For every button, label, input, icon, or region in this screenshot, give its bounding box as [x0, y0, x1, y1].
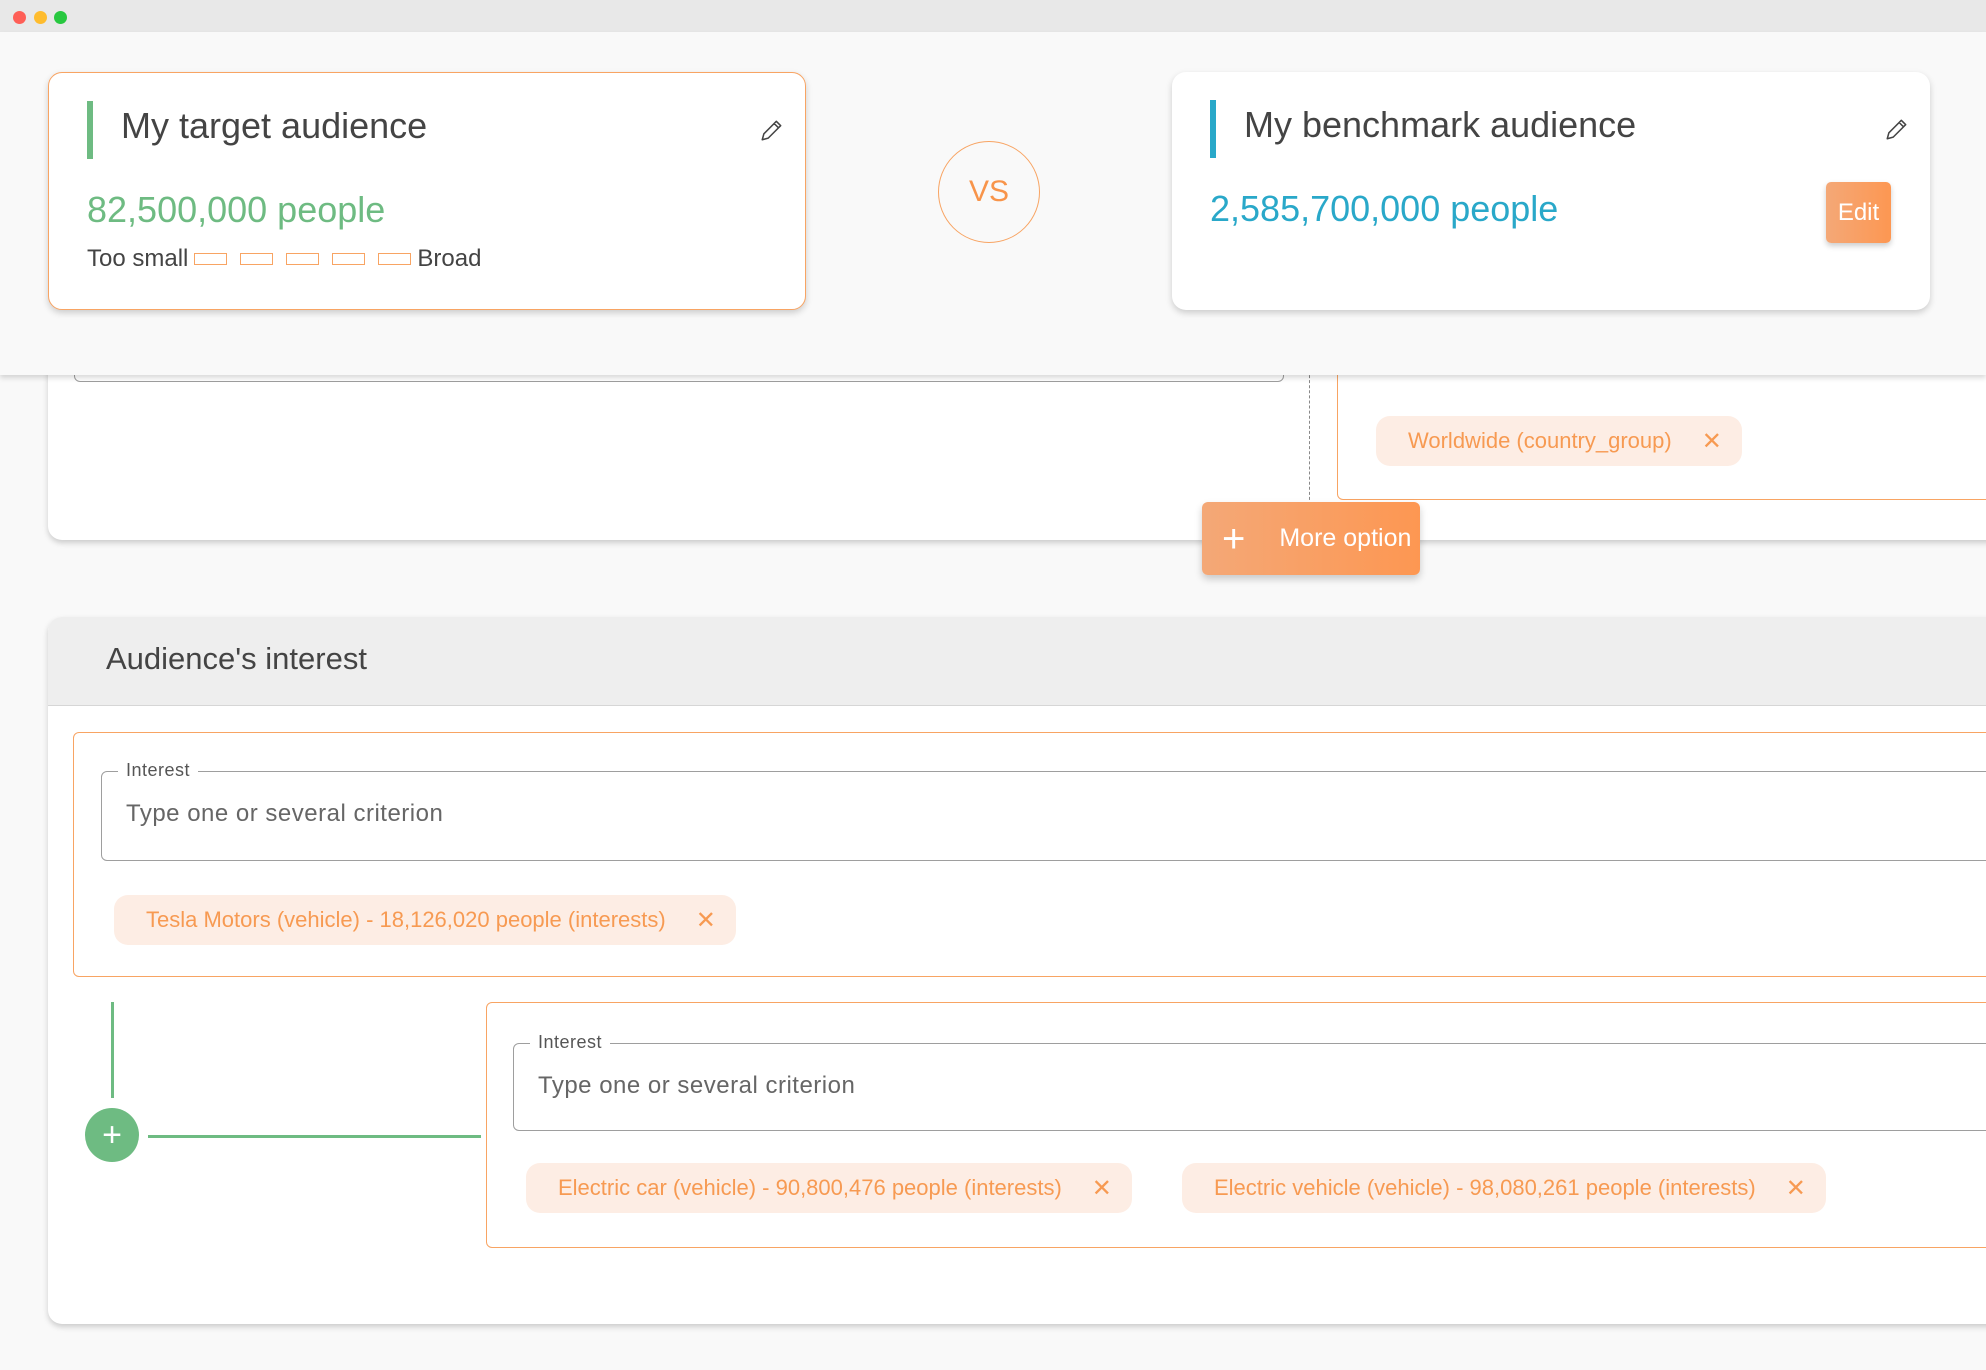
remove-chip-icon[interactable]: ✕	[1092, 1174, 1112, 1203]
vs-badge: VS	[938, 141, 1040, 243]
benchmark-audience-title: My benchmark audience	[1244, 104, 1637, 145]
remove-chip-icon[interactable]: ✕	[1786, 1174, 1806, 1203]
interest-field-label: Interest	[118, 760, 199, 781]
scale-segment	[194, 253, 228, 265]
remove-chip-icon[interactable]: ✕	[696, 906, 716, 935]
target-audience-count: 82,500,000 people	[87, 189, 386, 230]
pencil-icon[interactable]	[759, 117, 785, 143]
target-audience-card: My target audience 82,500,000 people Too…	[48, 72, 806, 310]
interest-group-2: Interest Electric car (vehicle) - 90,800…	[486, 1002, 1986, 1248]
interest-chip: Tesla Motors (vehicle) - 18,126,020 peop…	[114, 895, 736, 945]
audience-comparison-header: My target audience 82,500,000 people Too…	[0, 32, 1986, 375]
maximize-window-button[interactable]	[54, 11, 67, 24]
interest-input[interactable]	[126, 800, 1526, 828]
pencil-icon[interactable]	[1884, 116, 1910, 142]
scale-segment	[240, 253, 274, 265]
interest-input[interactable]	[538, 1072, 1938, 1100]
scale-min-label: Too small	[87, 245, 189, 272]
target-audience-title: My target audience	[121, 105, 428, 146]
interest-input-field[interactable]: Interest	[513, 1032, 1986, 1131]
benchmark-audience-card: My benchmark audience 2,585,700,000 peop…	[1172, 72, 1930, 310]
scale-max-label: Broad	[417, 245, 482, 272]
scale-segment	[332, 253, 366, 265]
interest-section-title: Audience's interest	[106, 641, 367, 676]
interest-chip: Electric car (vehicle) - 90,800,476 peop…	[526, 1163, 1132, 1213]
scale-segment	[286, 253, 320, 265]
more-option-label: More option	[1279, 524, 1412, 552]
window-titlebar	[0, 0, 1986, 32]
edit-benchmark-button[interactable]: Edit	[1826, 182, 1891, 243]
chip-label: Worldwide (country_group)	[1408, 428, 1672, 453]
interest-section: Audience's interest Interest Tesla Motor…	[48, 617, 1986, 1324]
chip-label: Electric car (vehicle) - 90,800,476 peop…	[558, 1175, 1062, 1200]
minimize-window-button[interactable]	[34, 11, 47, 24]
plus-icon: +	[102, 1115, 122, 1154]
section-divider	[1309, 370, 1310, 505]
chip-label: Tesla Motors (vehicle) - 18,126,020 peop…	[146, 907, 666, 932]
target-accent-bar	[87, 101, 93, 159]
interest-input-field[interactable]: Interest	[101, 760, 1986, 861]
benchmark-accent-bar	[1210, 100, 1216, 158]
edit-button-label: Edit	[1837, 198, 1880, 226]
interest-group-1: Interest Tesla Motors (vehicle) - 18,126…	[73, 732, 1986, 977]
add-interest-group-button[interactable]: +	[85, 1108, 139, 1162]
interest-chip: Electric vehicle (vehicle) - 98,080,261 …	[1182, 1163, 1826, 1213]
connector-horizontal-line	[148, 1135, 481, 1138]
interest-field-label: Interest	[530, 1032, 611, 1053]
vs-label: VS	[968, 175, 1010, 208]
interest-section-header: Audience's interest	[48, 617, 1986, 706]
audience-size-scale: Too small Broad	[87, 245, 481, 273]
remove-chip-icon[interactable]: ✕	[1702, 427, 1722, 456]
plus-icon: +	[1222, 516, 1246, 561]
scale-segment	[378, 253, 412, 265]
connector-vertical-line	[111, 1002, 114, 1098]
chip-label: Electric vehicle (vehicle) - 98,080,261 …	[1214, 1175, 1756, 1200]
benchmark-audience-count: 2,585,700,000 people	[1210, 188, 1559, 229]
location-chip: Worldwide (country_group) ✕	[1376, 416, 1742, 466]
close-window-button[interactable]	[13, 11, 26, 24]
more-option-button[interactable]: + More option	[1202, 502, 1420, 575]
